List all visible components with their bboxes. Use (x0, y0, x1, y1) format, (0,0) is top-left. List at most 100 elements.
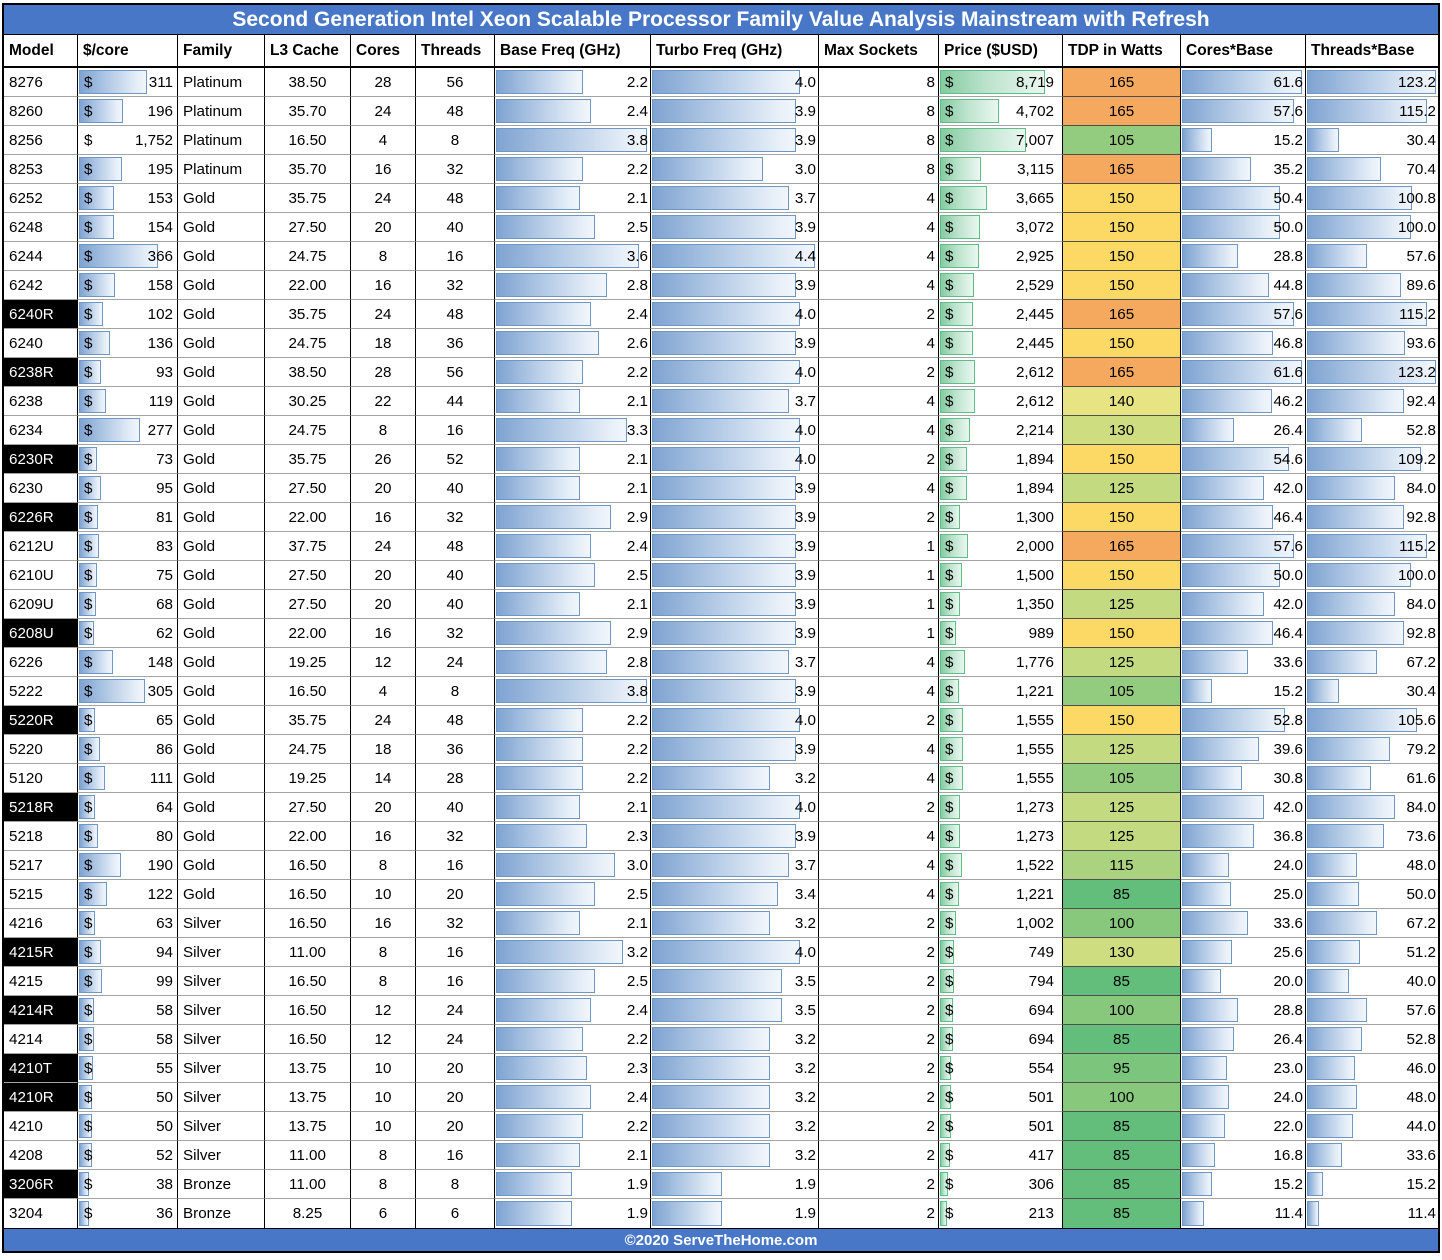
threads-x-base-value: 100.0 (1397, 566, 1436, 584)
cell-cores-x-base: 54.6 (1181, 445, 1306, 474)
model-label: 8276 (9, 73, 43, 91)
cell-family: Gold (178, 706, 265, 735)
cell-threads: 16 (416, 242, 495, 271)
table-row: 3204 $36 Bronze 8.25 6 6 1.9 1.9 2 $213 85 11.4 11.4 (4, 1199, 1438, 1228)
turbo-freq-value: 3.7 (794, 653, 816, 671)
cell-turbo-freq: 3.4 (651, 880, 819, 909)
turbo-freq-value: 3.4 (794, 885, 816, 903)
threads-value: 48 (446, 189, 464, 207)
base-freq-value: 3.8 (626, 131, 648, 149)
cores-x-base-value: 46.8 (1273, 334, 1303, 352)
table-row: 4216 $63 Silver 16.50 16 32 2.1 3.2 2 $1,002 100 33… (4, 909, 1438, 938)
cores-x-base-databar (1182, 737, 1260, 761)
model-label: 3204 (9, 1205, 43, 1222)
model-label: 4216 (9, 914, 43, 932)
turbo-freq-databar (652, 766, 771, 790)
model-label: 6230 (9, 479, 43, 497)
dollar-sign: $ (945, 1175, 954, 1193)
cell-tdp: 85 (1063, 880, 1181, 909)
cell-cores: 10 (351, 1054, 416, 1083)
cell-l3-cache: 24.75 (265, 735, 351, 764)
cell-model: 5220R (4, 706, 78, 735)
cell-max-sockets: 4 (819, 648, 939, 677)
cell-threads: 16 (416, 967, 495, 996)
max-sockets-value: 4 (926, 740, 935, 758)
dollar-sign: $ (945, 856, 954, 874)
l3-cache-value: 16.50 (288, 131, 327, 149)
cell-model: 6212U (4, 532, 78, 561)
header-cell-model: Model (4, 35, 78, 68)
tdp-value: 125 (1108, 653, 1135, 671)
cell-cores-x-base: 33.6 (1181, 909, 1306, 938)
cell-cores-x-base: 15.2 (1181, 126, 1306, 155)
cell-turbo-freq: 3.9 (651, 474, 819, 503)
cores-x-base-databar (1182, 186, 1281, 210)
turbo-freq-databar (652, 708, 801, 732)
dollar-per-core-value: 65 (156, 711, 173, 729)
threads-value: 36 (446, 334, 464, 352)
dollar-sign: $ (84, 740, 93, 758)
base-freq-databar (496, 824, 588, 848)
base-freq-value: 2.5 (626, 566, 648, 584)
base-freq-value: 2.1 (626, 450, 648, 468)
dollar-sign: $ (84, 711, 93, 729)
base-freq-databar (496, 389, 580, 413)
turbo-freq-value: 3.9 (794, 566, 816, 584)
dollar-per-core-value: 153 (147, 189, 173, 207)
cell-max-sockets: 1 (819, 590, 939, 619)
cores-x-base-databar (1182, 1056, 1227, 1080)
cell-cores: 24 (351, 97, 416, 126)
dollar-per-core-value: 111 (149, 769, 173, 787)
l3-cache-value: 38.50 (288, 363, 327, 381)
cell-turbo-freq: 3.9 (651, 822, 819, 851)
header-cell-l3-cache: L3 Cache (265, 35, 351, 68)
family-label: Gold (183, 653, 216, 671)
base-freq-value: 2.4 (626, 102, 648, 120)
price-value: 1,555 (1015, 711, 1054, 729)
turbo-freq-value: 3.9 (794, 537, 816, 555)
cell-base-freq: 2.1 (495, 387, 651, 416)
threads-value: 40 (446, 798, 464, 816)
cell-threads: 24 (416, 648, 495, 677)
tdp-value: 125 (1108, 479, 1135, 497)
max-sockets-value: 4 (926, 653, 935, 671)
dollar-sign: $ (84, 682, 93, 700)
l3-cache-value: 35.70 (288, 160, 327, 178)
cell-dollar-per-core: $55 (78, 1054, 178, 1083)
threads-x-base-value: 50.0 (1406, 885, 1436, 903)
dollar-sign: $ (84, 189, 93, 207)
cell-max-sockets: 4 (819, 474, 939, 503)
footer-credit: ©2020 ServeTheHome.com (624, 1231, 818, 1249)
base-freq-value: 2.6 (626, 334, 648, 352)
max-sockets-value: 2 (926, 972, 935, 990)
base-freq-value: 2.9 (626, 508, 648, 526)
tdp-value: 85 (1113, 1030, 1130, 1048)
cores-value: 18 (374, 334, 392, 352)
threads-x-base-value: 61.6 (1406, 769, 1436, 787)
cores-value: 20 (374, 218, 392, 236)
threads-x-base-value: 123.2 (1397, 363, 1436, 381)
cell-price: $213 (939, 1199, 1063, 1228)
cell-cores: 20 (351, 474, 416, 503)
price-value: 501 (1028, 1088, 1054, 1106)
cores-value: 16 (374, 624, 392, 642)
cell-threads-x-base: 115.2 (1306, 532, 1438, 561)
cell-threads-x-base: 84.0 (1306, 474, 1438, 503)
cores-x-base-value: 54.6 (1273, 450, 1303, 468)
cores-x-base-value: 46.4 (1273, 624, 1303, 642)
tdp-value: 165 (1108, 73, 1135, 91)
value-analysis-table: Second Generation Intel Xeon Scalable Pr… (2, 3, 1440, 1253)
l3-cache-value: 11.00 (289, 943, 326, 961)
table-row: 5120 $111 Gold 19.25 14 28 2.2 3.2 4 $1,555 105 30.… (4, 764, 1438, 793)
price-value: 3,115 (1017, 160, 1054, 178)
cell-model: 8260 (4, 97, 78, 126)
l3-cache-value: 19.25 (288, 653, 327, 671)
family-label: Gold (183, 363, 216, 381)
cell-turbo-freq: 3.2 (651, 909, 819, 938)
price-value: 554 (1028, 1059, 1054, 1077)
table-row: 5217 $190 Gold 16.50 8 16 3.0 3.7 4 $1,522 115 24.0… (4, 851, 1438, 880)
l3-cache-value: 38.50 (288, 73, 327, 91)
model-label: 4210 (9, 1117, 43, 1135)
cell-threads: 24 (416, 996, 495, 1025)
cores-value: 16 (374, 276, 392, 294)
